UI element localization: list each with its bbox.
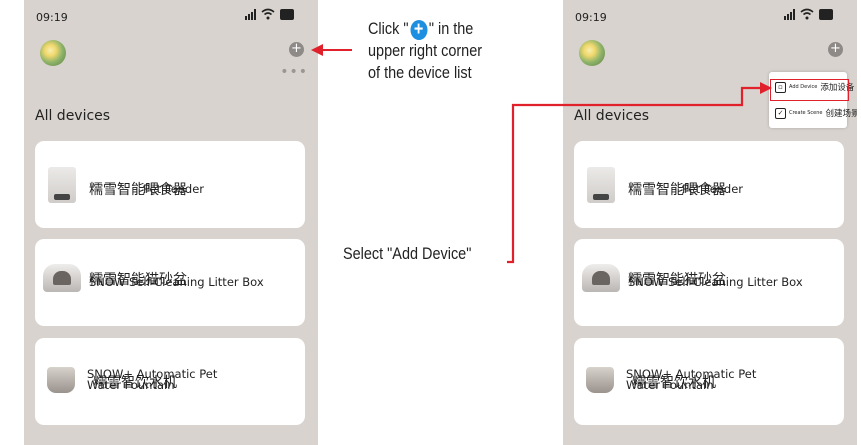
step1-arrow-head	[311, 44, 323, 56]
annotation-arrows	[311, 44, 772, 264]
step2-arrow-line	[507, 86, 762, 264]
step2-arrow-head	[760, 82, 772, 94]
